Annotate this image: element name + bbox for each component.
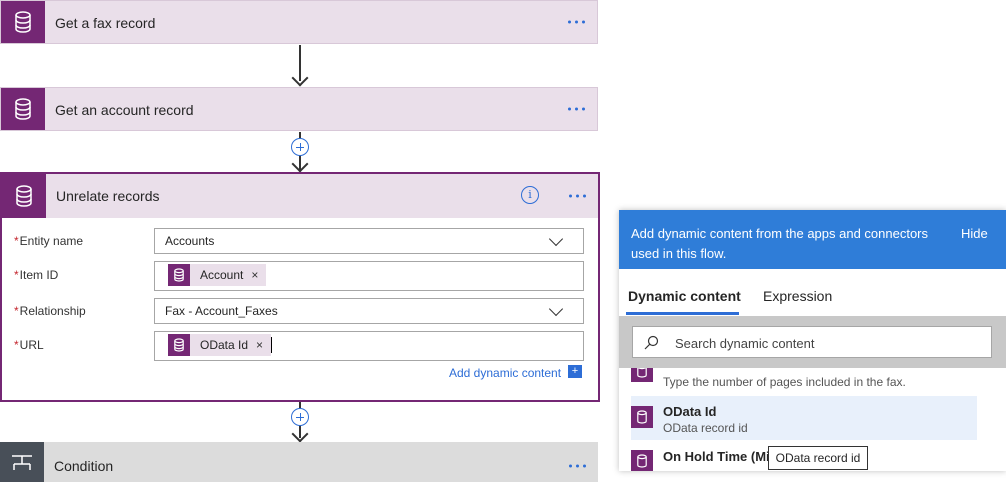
database-icon <box>631 450 653 471</box>
url-field[interactable]: OData Id × <box>154 331 584 361</box>
arrow-head-icon <box>291 69 309 87</box>
tab-expression[interactable]: Expression <box>763 288 832 304</box>
required-mark: * <box>14 338 19 352</box>
tooltip: OData record id <box>768 446 868 470</box>
card-get-fax-record[interactable]: Get a fax record <box>0 0 598 44</box>
more-dots-icon[interactable] <box>568 20 585 24</box>
condition-icon <box>0 442 44 482</box>
plus-icon[interactable]: + <box>568 365 582 378</box>
text-caret <box>271 337 272 353</box>
list-item-desc: Type the number of pages included in the… <box>663 375 906 389</box>
more-dots-icon[interactable] <box>569 464 586 468</box>
list-item-name: OData Id <box>663 404 717 419</box>
token-label: OData Id <box>200 338 249 352</box>
database-icon <box>2 174 46 218</box>
dynamic-token[interactable]: Account × <box>168 264 267 286</box>
card-header[interactable]: Unrelate records i <box>2 174 598 218</box>
item-id-field[interactable]: Account × <box>154 261 584 291</box>
arrow-head-icon <box>291 155 309 173</box>
search-box[interactable] <box>632 326 992 359</box>
add-dynamic-content-link[interactable]: Add dynamic content <box>449 366 561 380</box>
database-icon <box>168 264 190 286</box>
panel-header-text: Add dynamic content from the apps and co… <box>631 226 929 261</box>
chevron-down-icon <box>548 301 564 317</box>
insert-step-plus-icon[interactable] <box>291 408 309 426</box>
close-icon[interactable]: × <box>251 268 258 282</box>
list-item-selected[interactable]: OData Id OData record id <box>631 396 977 440</box>
url-label: *URL <box>14 338 44 352</box>
entity-name-dropdown[interactable]: Accounts <box>154 228 584 254</box>
active-tab-indicator <box>626 312 739 315</box>
entity-name-label: *Entity name <box>14 234 84 248</box>
card-condition[interactable]: Condition <box>0 442 598 482</box>
database-icon <box>631 406 653 428</box>
hide-button[interactable]: Hide <box>961 226 988 241</box>
panel-tabs: Dynamic content Expression <box>619 280 1006 316</box>
required-mark: * <box>14 304 19 318</box>
dynamic-token[interactable]: OData Id × <box>168 334 272 356</box>
more-dots-icon[interactable] <box>568 107 585 111</box>
tab-dynamic-content[interactable]: Dynamic content <box>628 288 741 304</box>
list-item-name: On Hold Time (Min <box>663 449 778 464</box>
card-title: Get a fax record <box>55 15 156 31</box>
entity-name-value: Accounts <box>165 234 215 248</box>
required-mark: * <box>14 234 19 248</box>
list-item-desc: OData record id <box>663 421 748 435</box>
list-item[interactable]: Type the number of pages included in the… <box>631 368 976 396</box>
more-dots-icon[interactable] <box>569 194 586 198</box>
search-input[interactable] <box>673 327 977 359</box>
panel-header: Add dynamic content from the apps and co… <box>619 210 1006 269</box>
search-icon <box>644 335 659 350</box>
insert-step-plus-icon[interactable] <box>291 138 309 156</box>
card-title: Condition <box>54 458 114 474</box>
item-id-label: *Item ID <box>14 268 59 282</box>
relationship-dropdown[interactable]: Fax - Account_Faxes <box>154 298 584 324</box>
dynamic-content-panel: Add dynamic content from the apps and co… <box>619 210 1006 471</box>
relationship-value: Fax - Account_Faxes <box>165 304 278 318</box>
relationship-label: *Relationship <box>14 304 86 318</box>
database-icon <box>1 1 45 43</box>
card-title: Unrelate records <box>56 188 160 204</box>
card-title: Get an account record <box>55 102 194 118</box>
info-icon[interactable]: i <box>521 186 539 204</box>
search-area <box>619 316 1006 368</box>
database-icon <box>168 334 190 356</box>
card-unrelate-records: Unrelate records i *Entity name Accounts… <box>0 172 600 402</box>
database-icon <box>1 88 45 130</box>
arrow-head-icon <box>291 425 309 443</box>
card-get-account-record[interactable]: Get an account record <box>0 87 598 131</box>
database-icon <box>631 368 653 382</box>
close-icon[interactable]: × <box>256 338 263 352</box>
chevron-down-icon <box>548 231 564 247</box>
required-mark: * <box>14 268 19 282</box>
token-label: Account <box>200 268 244 282</box>
